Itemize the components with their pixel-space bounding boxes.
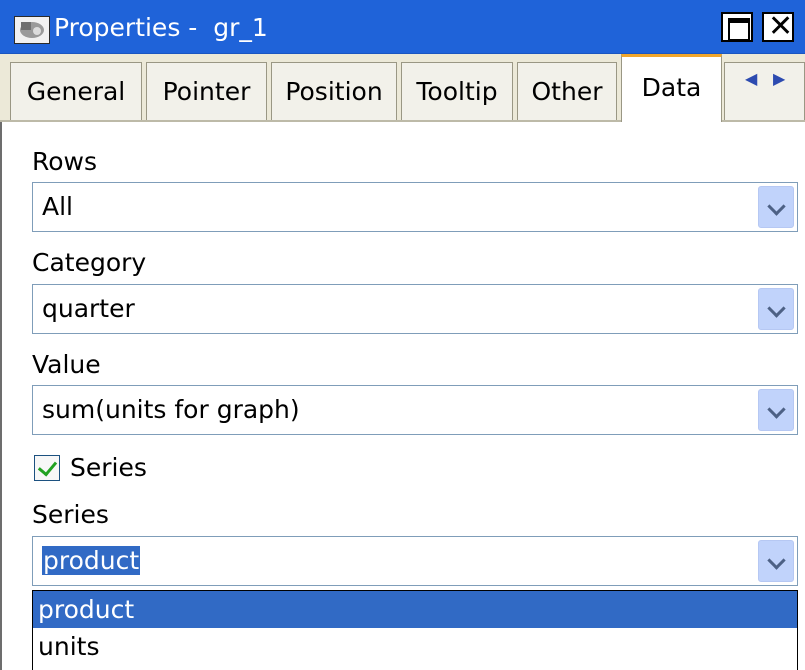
series-value[interactable]: product (42, 545, 141, 577)
chevron-down-icon[interactable] (758, 389, 794, 431)
tab-general[interactable]: General (10, 62, 142, 120)
chevron-down-icon[interactable] (758, 186, 794, 228)
value-label: Value (32, 350, 101, 379)
tab-strip: General Pointer Position Tooltip Other D… (0, 54, 805, 122)
tab-data[interactable]: Data (621, 54, 722, 122)
properties-window-icon (14, 16, 50, 44)
tab-position[interactable]: Position (271, 62, 397, 120)
list-item[interactable]: units (33, 628, 797, 665)
rows-dropdown[interactable]: All (32, 182, 798, 232)
tab-scroll-buttons: ◀ ▶ (724, 62, 805, 120)
tab-pointer[interactable]: Pointer (146, 62, 267, 120)
category-dropdown[interactable]: quarter (32, 284, 798, 334)
category-value: quarter (42, 294, 135, 323)
series-checkbox[interactable] (34, 455, 60, 481)
tab-other[interactable]: Other (517, 62, 617, 120)
series-dropdown-list: product units (32, 590, 798, 670)
window-title: Properties - gr_1 (54, 13, 268, 42)
close-icon[interactable]: ✕ (762, 10, 794, 44)
series-checkbox-label[interactable]: Series (70, 452, 147, 484)
chevron-down-icon[interactable] (758, 540, 794, 582)
scroll-left-arrow-icon[interactable]: ◀ (745, 69, 757, 88)
value-dropdown[interactable]: sum(units for graph) (32, 385, 798, 435)
value-value: sum(units for graph) (42, 395, 300, 424)
category-label: Category (32, 248, 147, 277)
chevron-down-icon[interactable] (758, 288, 794, 330)
title-bar[interactable]: Properties - gr_1 ✕ (0, 0, 805, 54)
series-dropdown[interactable]: product (32, 536, 798, 586)
scroll-right-arrow-icon[interactable]: ▶ (773, 69, 785, 88)
list-item[interactable]: product (33, 591, 797, 628)
maximize-icon[interactable] (721, 12, 753, 42)
rows-label: Rows (32, 147, 98, 176)
series-label: Series (32, 500, 109, 529)
tab-tooltip[interactable]: Tooltip (401, 62, 513, 120)
data-tab-panel: Rows All Category quarter Value sum(unit… (0, 122, 805, 670)
rows-value: All (42, 192, 73, 221)
